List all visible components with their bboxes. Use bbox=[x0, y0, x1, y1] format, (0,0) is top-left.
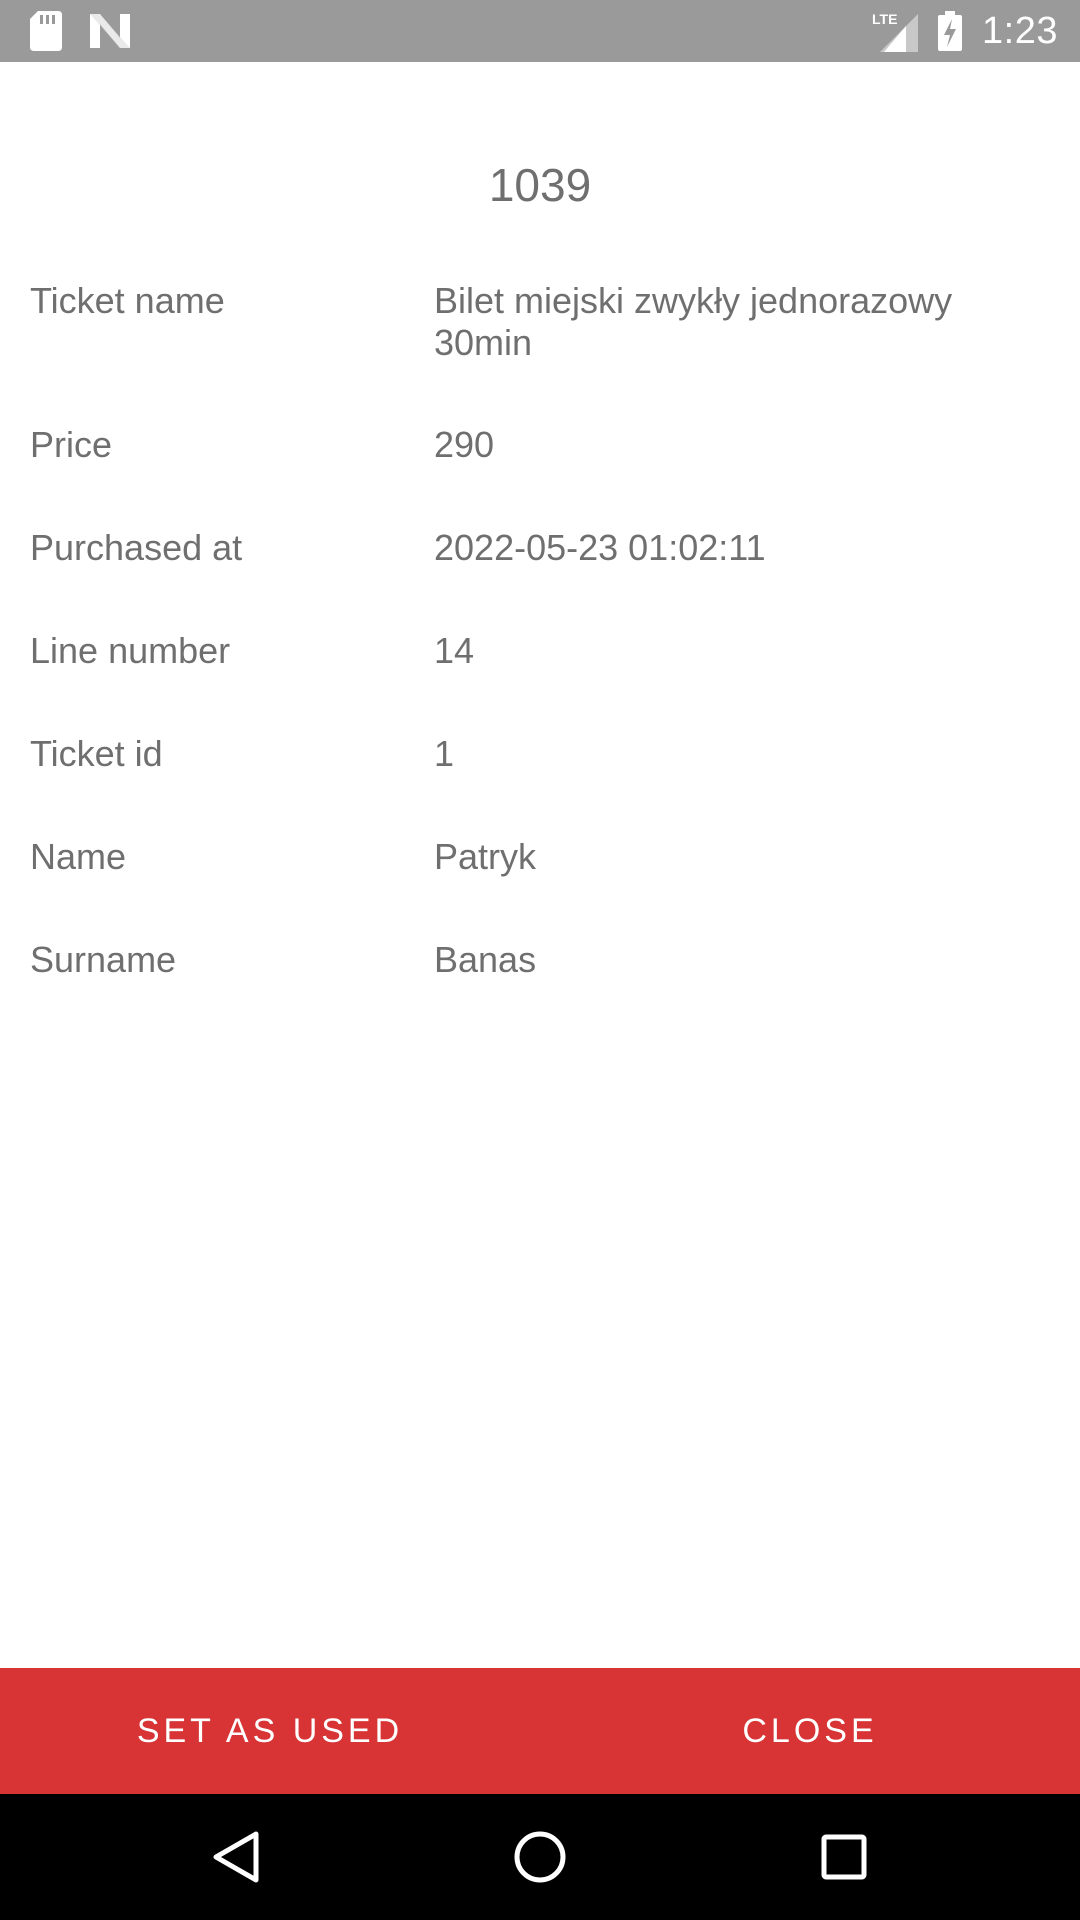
back-icon bbox=[212, 1830, 260, 1884]
status-left bbox=[30, 10, 130, 52]
detail-label: Line number bbox=[30, 630, 231, 671]
n-logo-icon bbox=[90, 14, 130, 48]
recents-icon bbox=[820, 1833, 868, 1881]
status-right: LTE 1:23 bbox=[872, 8, 1058, 54]
battery-charging-icon bbox=[938, 11, 963, 51]
detail-label: Purchased at bbox=[30, 527, 243, 568]
back-button[interactable] bbox=[176, 1794, 296, 1920]
recents-button[interactable] bbox=[784, 1794, 904, 1920]
navigation-bar bbox=[0, 1794, 1080, 1920]
detail-value: 2022-05-23 01:02:11 bbox=[434, 527, 766, 568]
detail-value: 290 bbox=[434, 424, 495, 465]
set-as-used-button[interactable]: SET AS USED bbox=[0, 1668, 540, 1794]
network-label: LTE bbox=[872, 11, 897, 27]
ticket-title: 1039 bbox=[488, 159, 592, 211]
action-bar: SET AS USED CLOSE bbox=[0, 1668, 1080, 1794]
home-button[interactable] bbox=[480, 1794, 600, 1920]
detail-label: Ticket name bbox=[30, 280, 225, 321]
detail-label: Name bbox=[30, 836, 127, 877]
detail-value: 1 bbox=[434, 733, 455, 774]
signal-icon: LTE bbox=[872, 10, 919, 52]
screen: LTE 1:23 1039 Ticket name Bilet miejski … bbox=[0, 0, 1080, 1920]
sd-card-icon bbox=[30, 11, 62, 51]
detail-value: Banas bbox=[434, 939, 537, 980]
detail-value: Bilet miejski zwykły jednorazowy 30min bbox=[434, 280, 953, 363]
detail-value: Patryk bbox=[434, 836, 537, 877]
detail-label: Ticket id bbox=[30, 733, 163, 774]
home-icon bbox=[513, 1830, 567, 1884]
status-bar: LTE 1:23 bbox=[0, 0, 1080, 62]
detail-value: 14 bbox=[434, 630, 475, 671]
close-button[interactable]: CLOSE bbox=[540, 1668, 1080, 1794]
detail-label: Price bbox=[30, 424, 113, 465]
detail-label: Surname bbox=[30, 939, 177, 980]
status-time: 1:23 bbox=[982, 9, 1058, 52]
